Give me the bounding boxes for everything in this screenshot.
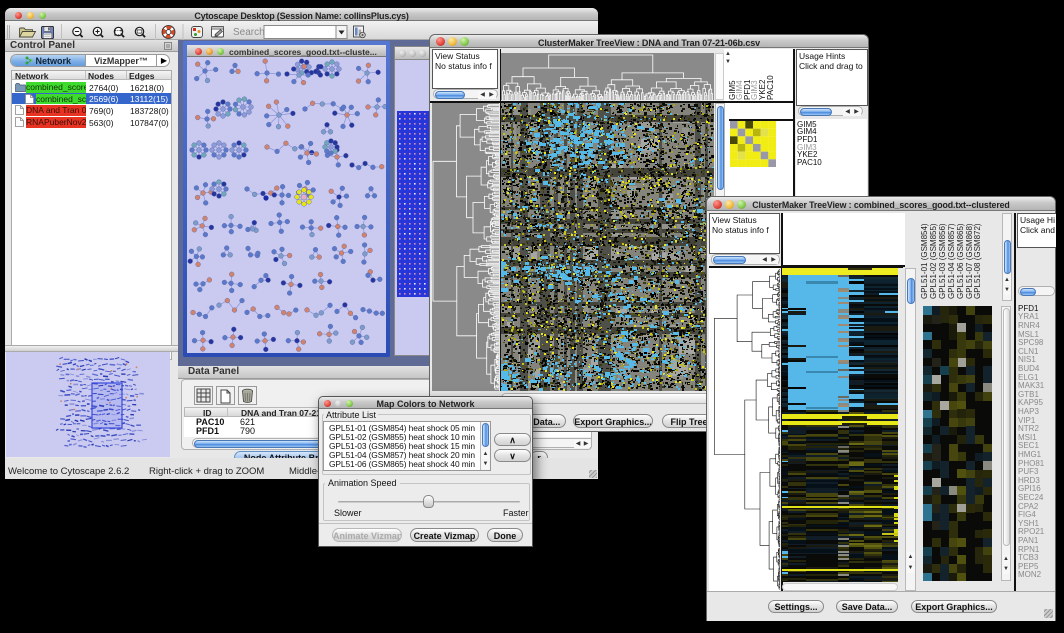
svg-text:Search:: Search: <box>233 27 267 38</box>
